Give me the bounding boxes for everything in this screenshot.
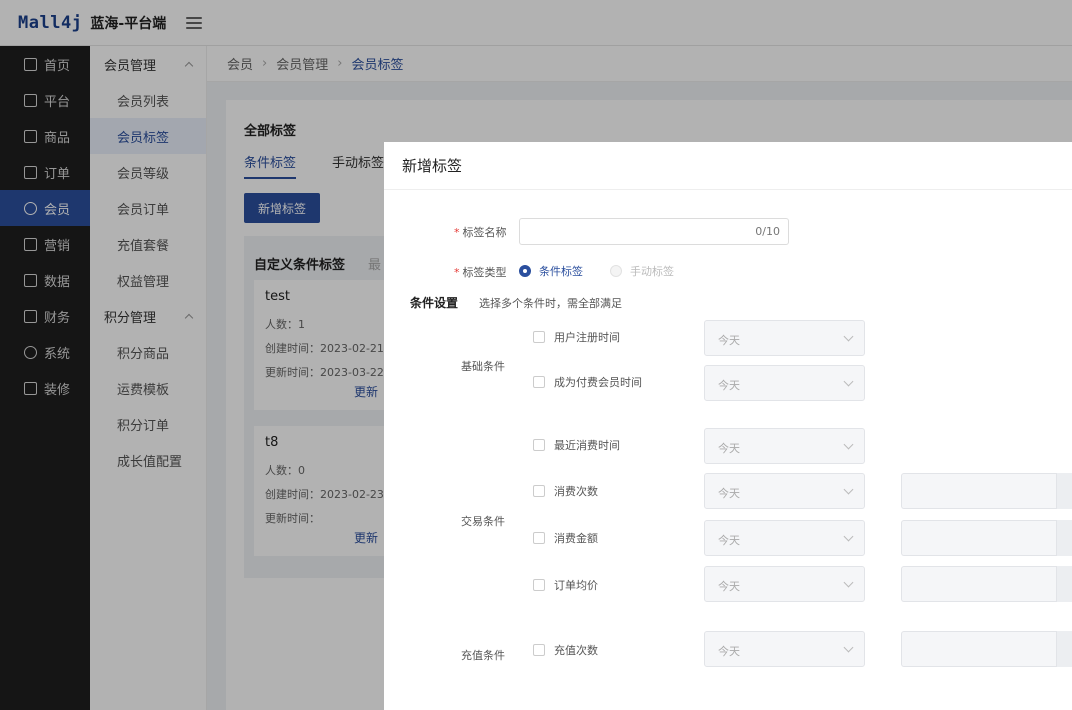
checkbox-icon <box>533 579 545 591</box>
input-suffix <box>1056 566 1072 602</box>
register-time-select[interactable]: 今天 <box>704 320 865 356</box>
consume-count-select[interactable]: 今天 <box>704 473 865 509</box>
recharge-condition-label: 充值条件 <box>461 649 505 662</box>
check-recharge-count[interactable]: 充值次数 <box>533 642 598 658</box>
checkbox-icon <box>533 331 545 343</box>
consume-amount-select[interactable]: 今天 <box>704 520 865 556</box>
radio-checked-icon <box>519 265 531 277</box>
condition-section-title: 条件设置 <box>410 296 459 310</box>
radio-condition-tag[interactable]: 条件标签 <box>519 263 583 279</box>
radio-unchecked-icon <box>610 265 622 277</box>
order-avg-select[interactable]: 今天 <box>704 566 865 602</box>
checkbox-icon <box>533 376 545 388</box>
basic-condition-label: 基础条件 <box>461 360 505 373</box>
check-order-avg[interactable]: 订单均价 <box>533 577 598 593</box>
tag-type-label: * 标签类型 <box>454 266 507 279</box>
check-paid-member-time[interactable]: 成为付费会员时间 <box>533 374 642 390</box>
paid-member-time-select[interactable]: 今天 <box>704 365 865 401</box>
check-last-consume[interactable]: 最近消费时间 <box>533 437 620 453</box>
check-consume-amount[interactable]: 消费金额 <box>533 530 598 546</box>
add-tag-dialog: 新增标签 * 标签名称 0/10 * 标签类型 条件标签 手动标签 条件设置 选择多… <box>384 142 1072 710</box>
trade-condition-label: 交易条件 <box>461 515 505 528</box>
chevron-down-icon <box>843 642 854 653</box>
tag-name-label: * 标签名称 <box>454 226 507 239</box>
recharge-count-select[interactable]: 今天 <box>704 631 865 667</box>
checkbox-icon <box>533 485 545 497</box>
checkbox-icon <box>533 532 545 544</box>
consume-count-input[interactable] <box>901 473 1072 509</box>
dialog-title: 新增标签 <box>384 142 1072 190</box>
checkbox-icon <box>533 644 545 656</box>
checkbox-icon <box>533 439 545 451</box>
check-register-time[interactable]: 用户注册时间 <box>533 329 620 345</box>
chevron-down-icon <box>843 531 854 542</box>
radio-manual-tag[interactable]: 手动标签 <box>610 263 674 279</box>
char-counter: 0/10 <box>755 225 780 238</box>
tag-name-input[interactable]: 0/10 <box>519 218 789 245</box>
input-suffix <box>1056 631 1072 667</box>
chevron-down-icon <box>843 439 854 450</box>
recharge-count-input[interactable] <box>901 631 1072 667</box>
chevron-down-icon <box>843 331 854 342</box>
input-suffix <box>1056 473 1072 509</box>
order-avg-input[interactable] <box>901 566 1072 602</box>
check-consume-count[interactable]: 消费次数 <box>533 483 598 499</box>
chevron-down-icon <box>843 484 854 495</box>
chevron-down-icon <box>843 376 854 387</box>
input-suffix <box>1056 520 1072 556</box>
consume-amount-input[interactable] <box>901 520 1072 556</box>
chevron-down-icon <box>843 577 854 588</box>
condition-section-hint: 选择多个条件时，需全部满足 <box>479 297 622 310</box>
last-consume-select[interactable]: 今天 <box>704 428 865 464</box>
